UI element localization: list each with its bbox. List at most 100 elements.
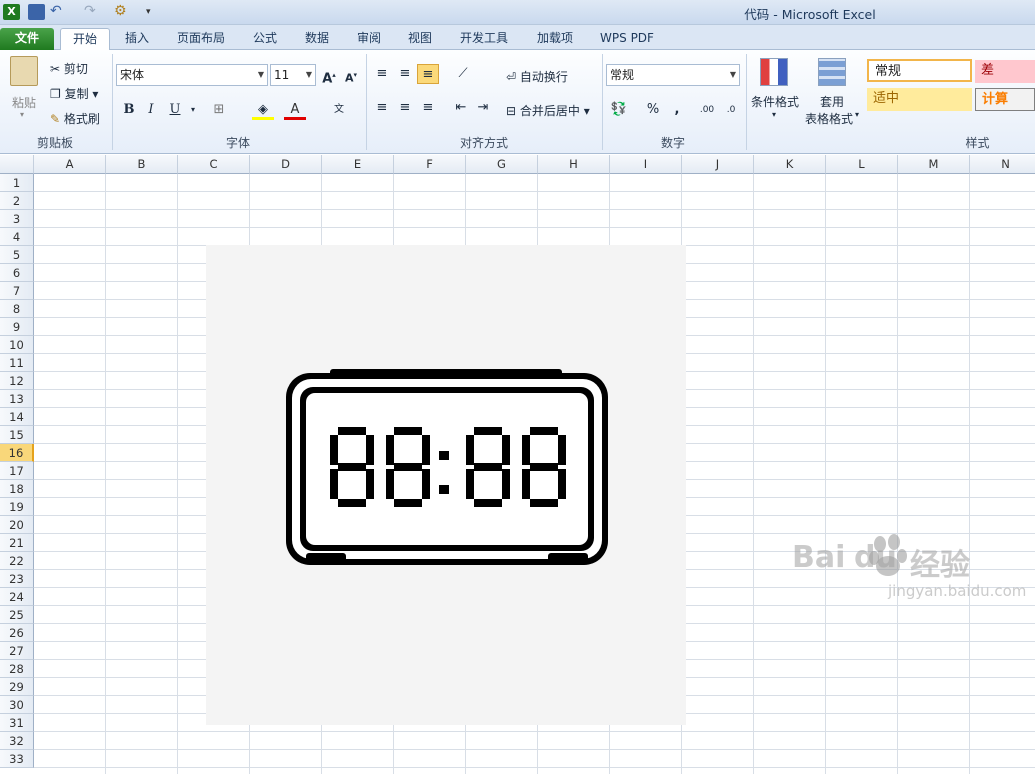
column-header-k[interactable]: K [754, 155, 826, 174]
align-bottom-icon[interactable]: ≡ [417, 64, 439, 84]
tab-file[interactable]: 文件 [0, 28, 54, 50]
tab-formulas[interactable]: 公式 [245, 28, 285, 50]
column-header-f[interactable]: F [394, 155, 466, 174]
number-format-combo[interactable]: 常规 ▼ [606, 64, 740, 86]
column-header-i[interactable]: I [610, 155, 682, 174]
align-top-icon[interactable]: ≡ [371, 64, 393, 84]
row-header-32[interactable]: 32 [0, 732, 34, 750]
format-painter-button[interactable]: ✎ 格式刷 [50, 110, 100, 127]
redo-icon[interactable]: ↷ [84, 4, 101, 20]
row-header-4[interactable]: 4 [0, 228, 34, 246]
row-header-5[interactable]: 5 [0, 246, 34, 264]
paste-icon[interactable] [10, 56, 38, 86]
row-header-25[interactable]: 25 [0, 606, 34, 624]
align-center-icon[interactable]: ≡ [394, 98, 416, 118]
tab-developer[interactable]: 开发工具 [452, 28, 516, 50]
shrink-font-icon[interactable]: A▾ [340, 65, 362, 85]
row-header-18[interactable]: 18 [0, 480, 34, 498]
row-header-28[interactable]: 28 [0, 660, 34, 678]
column-header-j[interactable]: J [682, 155, 754, 174]
orientation-icon[interactable]: ⟋ [452, 64, 474, 84]
row-header-9[interactable]: 9 [0, 318, 34, 336]
row-header-7[interactable]: 7 [0, 282, 34, 300]
undo-icon[interactable]: ↶ [50, 4, 67, 20]
increase-indent-icon[interactable]: ⇥ [472, 98, 494, 118]
row-header-1[interactable]: 1 [0, 174, 34, 192]
tab-insert[interactable]: 插入 [116, 28, 158, 50]
quick-access-tool-icon[interactable]: ⚙ [114, 4, 131, 20]
italic-icon[interactable]: I [140, 100, 162, 120]
row-header-26[interactable]: 26 [0, 624, 34, 642]
font-name-combo[interactable]: 宋体 ▼ [116, 64, 268, 86]
customize-toolbar-icon[interactable]: ▾ [146, 4, 163, 20]
save-icon[interactable] [28, 4, 45, 20]
format-table-label-bottom[interactable]: 表格格式 [805, 110, 853, 127]
borders-icon[interactable]: ⊞ [208, 100, 230, 120]
copy-button[interactable]: ❐ 复制 ▾ [50, 85, 98, 102]
column-header-l[interactable]: L [826, 155, 898, 174]
tab-review[interactable]: 审阅 [349, 28, 389, 50]
row-header-14[interactable]: 14 [0, 408, 34, 426]
grow-font-icon[interactable]: A▴ [318, 65, 340, 86]
column-header-e[interactable]: E [322, 155, 394, 174]
row-header-24[interactable]: 24 [0, 588, 34, 606]
row-header-33[interactable]: 33 [0, 750, 34, 768]
phonetic-icon[interactable]: 文 [328, 100, 350, 120]
tab-page-layout[interactable]: 页面布局 [170, 28, 232, 50]
style-neutral[interactable]: 适中 [867, 88, 972, 111]
cut-button[interactable]: ✂ 剪切 [50, 60, 88, 77]
align-right-icon[interactable]: ≡ [417, 98, 439, 118]
inserted-picture[interactable] [206, 245, 686, 725]
fill-color-icon[interactable]: ◈ [252, 100, 274, 120]
decrease-indent-icon[interactable]: ⇤ [450, 98, 472, 118]
align-middle-icon[interactable]: ≡ [394, 64, 416, 84]
row-header-12[interactable]: 12 [0, 372, 34, 390]
conditional-format-icon[interactable] [760, 58, 788, 86]
tab-wps-pdf[interactable]: WPS PDF [594, 28, 660, 50]
tab-addins[interactable]: 加载项 [528, 28, 582, 50]
row-header-13[interactable]: 13 [0, 390, 34, 408]
row-header-27[interactable]: 27 [0, 642, 34, 660]
column-header-h[interactable]: H [538, 155, 610, 174]
row-header-3[interactable]: 3 [0, 210, 34, 228]
paste-button[interactable]: 粘贴 [12, 94, 36, 111]
currency-icon[interactable]: 💱 [608, 100, 630, 120]
row-header-15[interactable]: 15 [0, 426, 34, 444]
row-header-23[interactable]: 23 [0, 570, 34, 588]
column-header-c[interactable]: C [178, 155, 250, 174]
increase-decimal-icon[interactable]: .00 [696, 100, 718, 120]
align-left-icon[interactable]: ≡ [371, 98, 393, 118]
column-header-g[interactable]: G [466, 155, 538, 174]
row-header-11[interactable]: 11 [0, 354, 34, 372]
column-header-b[interactable]: B [106, 155, 178, 174]
row-header-8[interactable]: 8 [0, 300, 34, 318]
comma-icon[interactable]: , [666, 100, 688, 120]
row-header-20[interactable]: 20 [0, 516, 34, 534]
bold-icon[interactable]: B [118, 100, 140, 120]
column-header-d[interactable]: D [250, 155, 322, 174]
column-header-m[interactable]: M [898, 155, 970, 174]
font-color-icon[interactable]: A [284, 100, 306, 120]
style-calculation[interactable]: 计算 [975, 88, 1035, 111]
format-table-label-top[interactable]: 套用 [820, 93, 844, 110]
row-header-16[interactable]: 16 [0, 444, 34, 462]
row-header-6[interactable]: 6 [0, 264, 34, 282]
style-bad[interactable]: 差 [975, 60, 1035, 83]
percent-icon[interactable]: % [642, 100, 664, 120]
tab-data[interactable]: 数据 [297, 28, 337, 50]
column-header-a[interactable]: A [34, 155, 106, 174]
tab-view[interactable]: 视图 [400, 28, 440, 50]
format-table-icon[interactable] [818, 58, 846, 86]
paste-dropdown-icon[interactable]: ▾ [20, 110, 24, 119]
row-header-19[interactable]: 19 [0, 498, 34, 516]
row-header-31[interactable]: 31 [0, 714, 34, 732]
row-header-29[interactable]: 29 [0, 678, 34, 696]
tab-home[interactable]: 开始 [60, 28, 110, 50]
conditional-format-button[interactable]: 条件格式 [751, 93, 799, 110]
row-header-22[interactable]: 22 [0, 552, 34, 570]
row-header-30[interactable]: 30 [0, 696, 34, 714]
merge-center-button[interactable]: ⊟ 合并后居中 ▾ [506, 102, 590, 119]
font-size-combo[interactable]: 11 ▼ [270, 64, 316, 86]
column-header-n[interactable]: N [970, 155, 1035, 174]
decrease-decimal-icon[interactable]: .0 [720, 100, 742, 120]
